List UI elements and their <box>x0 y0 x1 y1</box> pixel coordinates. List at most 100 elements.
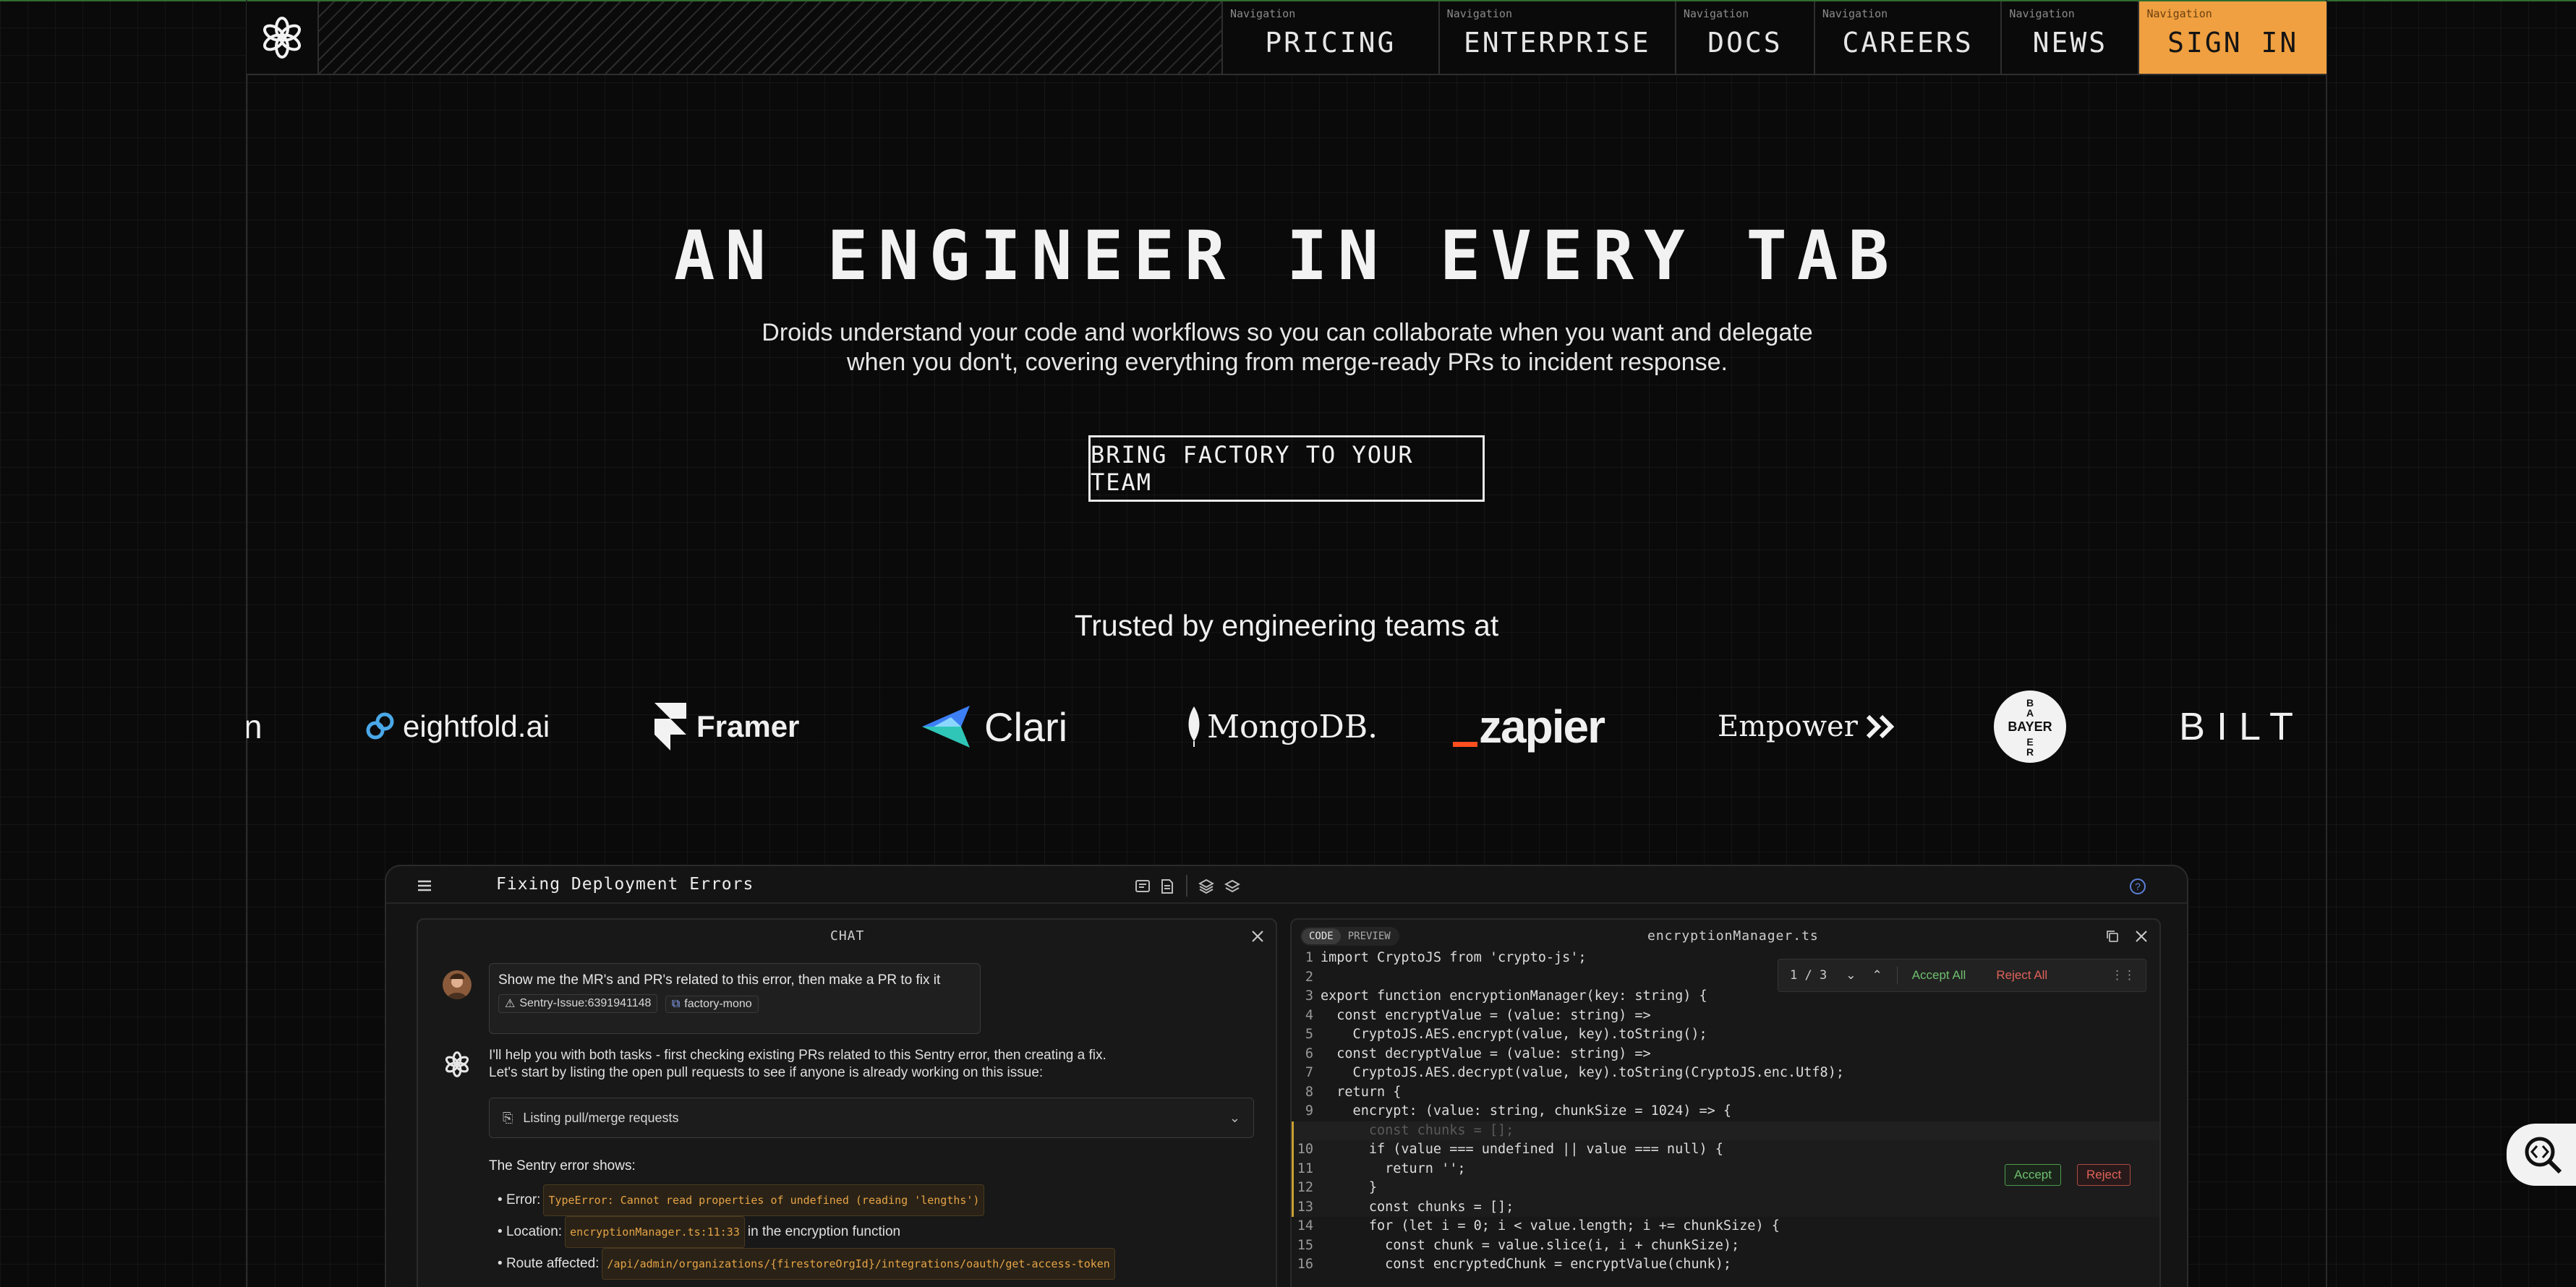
tool-call-row[interactable]: ⎘ Listing pull/merge requests ⌄ <box>489 1098 1254 1138</box>
floating-search-widget[interactable] <box>2507 1124 2576 1186</box>
accept-button[interactable]: Accept <box>2005 1164 2061 1186</box>
reject-all-button[interactable]: Reject All <box>1996 968 2047 983</box>
line-text: const encryptValue = (value: string) => <box>1321 1007 1651 1023</box>
prev-diff-icon[interactable]: ⌃ <box>1872 968 1882 983</box>
nav-tag: Navigation <box>1683 7 1749 20</box>
hero-subtitle-line1: Droids understand your code and workflow… <box>762 319 1813 346</box>
code-panel: CODE PREVIEW encryptionManager.ts 1 impor… <box>1290 918 2161 1287</box>
diff-counter: 1 / 3 <box>1790 968 1827 983</box>
factory-logo[interactable] <box>247 1 319 74</box>
help-icon[interactable]: ? <box>2128 876 2148 897</box>
next-diff-icon[interactable]: ⌄ <box>1846 968 1856 983</box>
user-message-text: Show me the MR's and PR's related to thi… <box>498 972 941 988</box>
chevron-down-icon[interactable]: ⌄ <box>1229 1111 1240 1126</box>
droid-avatar-icon <box>443 1050 472 1079</box>
line-number: 12 <box>1297 1180 1313 1195</box>
logo-bilt-partial: BILT B <box>2179 705 2326 748</box>
nav-careers-label: CAREERS <box>1842 27 1974 59</box>
app-title-bar: Fixing Deployment Errors ? <box>386 866 2187 904</box>
code-filename: encryptionManager.ts <box>1647 928 1819 944</box>
line-number: 15 <box>1297 1237 1313 1253</box>
copy-icon[interactable] <box>2103 927 2122 946</box>
location-label: Location: <box>506 1224 563 1239</box>
code-preview-toggle: CODE PREVIEW <box>1300 927 1399 946</box>
frame-left-border <box>246 0 247 1287</box>
toolbar-divider <box>1186 875 1187 897</box>
sentry-issue-chip[interactable]: ⚠ Sentry-Issue:6391941148 <box>498 994 658 1013</box>
code-editor[interactable]: 1 import CryptoJS from 'crypto-js'; 2 3 expo… <box>1292 949 2159 1275</box>
line-text: const chunk = value.slice(i, i + chunkSi… <box>1321 1237 1740 1253</box>
line-number: 11 <box>1297 1160 1313 1176</box>
nav-tag: Navigation <box>1822 7 1888 20</box>
stack-icon[interactable] <box>1222 876 1242 897</box>
line-text: } <box>1321 1180 1377 1195</box>
logo-eightfold: eightfold.ai <box>362 680 550 774</box>
menu-icon[interactable] <box>415 876 434 895</box>
cta-button[interactable]: BRING FACTORY TO YOUR TEAM <box>1088 435 1485 502</box>
logo-clari: Clari <box>919 680 1067 774</box>
accept-all-button[interactable]: Accept All <box>1912 968 1966 983</box>
diff-toolbar: 1 / 3 ⌄ ⌃ Accept All Reject All ⋮⋮ <box>1778 959 2146 992</box>
line-number: 4 <box>1305 1007 1313 1023</box>
trusted-heading: Trusted by engineering teams at <box>1074 609 1499 642</box>
code-line: 10 if (value === undefined || value === … <box>1292 1140 2159 1160</box>
mongodb-leaf-icon <box>1188 706 1200 747</box>
sentry-issue-label: Sentry-Issue:6391941148 <box>519 997 652 1009</box>
bot-line-2: Let's start by listing the open pull req… <box>489 1065 1044 1080</box>
line-number: 13 <box>1297 1199 1313 1215</box>
code-line: 13 const chunks = []; <box>1292 1197 2159 1217</box>
repo-icon: ⧉ <box>671 998 681 1010</box>
tab-preview[interactable]: PREVIEW <box>1341 928 1398 944</box>
route-item: • Route affected:/api/admin/organization… <box>498 1248 1118 1280</box>
line-text: export function encryptionManager(key: s… <box>1321 988 1707 1004</box>
frame-right-border <box>2326 0 2327 1287</box>
line-number: 5 <box>1305 1027 1313 1042</box>
document-view-icon[interactable] <box>1157 876 1177 897</box>
app-preview-window: Fixing Deployment Errors ? CHAT Show me … <box>385 865 2188 1287</box>
nav-pricing[interactable]: Navigation PRICING <box>1223 1 1440 74</box>
eightfold-icon <box>366 712 394 740</box>
error-details-list: • Error: TypeError: Cannot read propertie… <box>498 1184 1118 1280</box>
code-lines: 1 import CryptoJS from 'crypto-js'; 2 3 expo… <box>1292 949 2159 1275</box>
error-label: Error: <box>506 1192 541 1207</box>
line-number: 6 <box>1305 1046 1313 1061</box>
session-title: Fixing Deployment Errors <box>496 875 754 894</box>
chat-view-icon[interactable] <box>1133 876 1153 897</box>
nav-enterprise[interactable]: Navigation ENTERPRISE <box>1440 1 1676 74</box>
layers-icon[interactable] <box>1196 876 1216 897</box>
drag-handle-icon[interactable]: ⋮⋮ <box>2111 968 2136 983</box>
clari-wordmark: Clari <box>984 704 1068 750</box>
sign-in-button[interactable]: Navigation SIGN IN <box>2139 1 2326 74</box>
line-text: CryptoJS.AES.decrypt(value, key).toStrin… <box>1321 1065 1844 1080</box>
repo-chip[interactable]: ⧉ factory-mono <box>665 996 759 1013</box>
line-number: 16 <box>1297 1257 1313 1272</box>
chat-panel-title: CHAT <box>830 928 865 944</box>
user-message-bubble: Show me the MR's and PR's related to thi… <box>489 963 981 1034</box>
line-number: 9 <box>1305 1103 1313 1119</box>
chat-panel: CHAT Show me the MR's and PR's related t… <box>417 918 1277 1287</box>
line-text: import CryptoJS from 'crypto-js'; <box>1321 950 1587 965</box>
logo-zapier: zapier <box>1453 680 1605 774</box>
svg-text:A: A <box>2026 707 2034 719</box>
nav-careers[interactable]: Navigation CAREERS <box>1815 1 2003 74</box>
error-value: TypeError: Cannot read properties of und… <box>543 1184 985 1216</box>
close-code-icon[interactable] <box>2132 927 2151 946</box>
nav-news-label: NEWS <box>2032 27 2108 59</box>
line-number: 7 <box>1305 1065 1313 1080</box>
line-text: for (let i = 0; i < value.length; i += c… <box>1321 1218 1780 1233</box>
header-hatch-pattern <box>318 1 1223 74</box>
hero-subtitle-line2: when you don't, covering everything from… <box>847 349 1728 376</box>
error-item: • Error: TypeError: Cannot read propertie… <box>498 1184 1118 1216</box>
reject-button[interactable]: Reject <box>2077 1164 2131 1186</box>
code-line: 5 CryptoJS.AES.encrypt(value, key).toStr… <box>1292 1025 2159 1045</box>
close-chat-icon[interactable] <box>1248 927 1267 946</box>
tab-code[interactable]: CODE <box>1302 928 1341 944</box>
tool-call-label: Listing pull/merge requests <box>523 1110 679 1125</box>
magnifier-code-icon <box>2525 1137 2562 1174</box>
pull-request-icon: ⎘ <box>503 1110 513 1125</box>
nav-docs[interactable]: Navigation DOCS <box>1676 1 1815 74</box>
factory-logo-icon <box>263 17 301 59</box>
location-value[interactable]: encryptionManager.ts:11:33 <box>565 1216 745 1248</box>
code-line: 9 encrypt: (value: string, chunkSize = 1… <box>1292 1102 2159 1121</box>
nav-news[interactable]: Navigation NEWS <box>2002 1 2140 74</box>
